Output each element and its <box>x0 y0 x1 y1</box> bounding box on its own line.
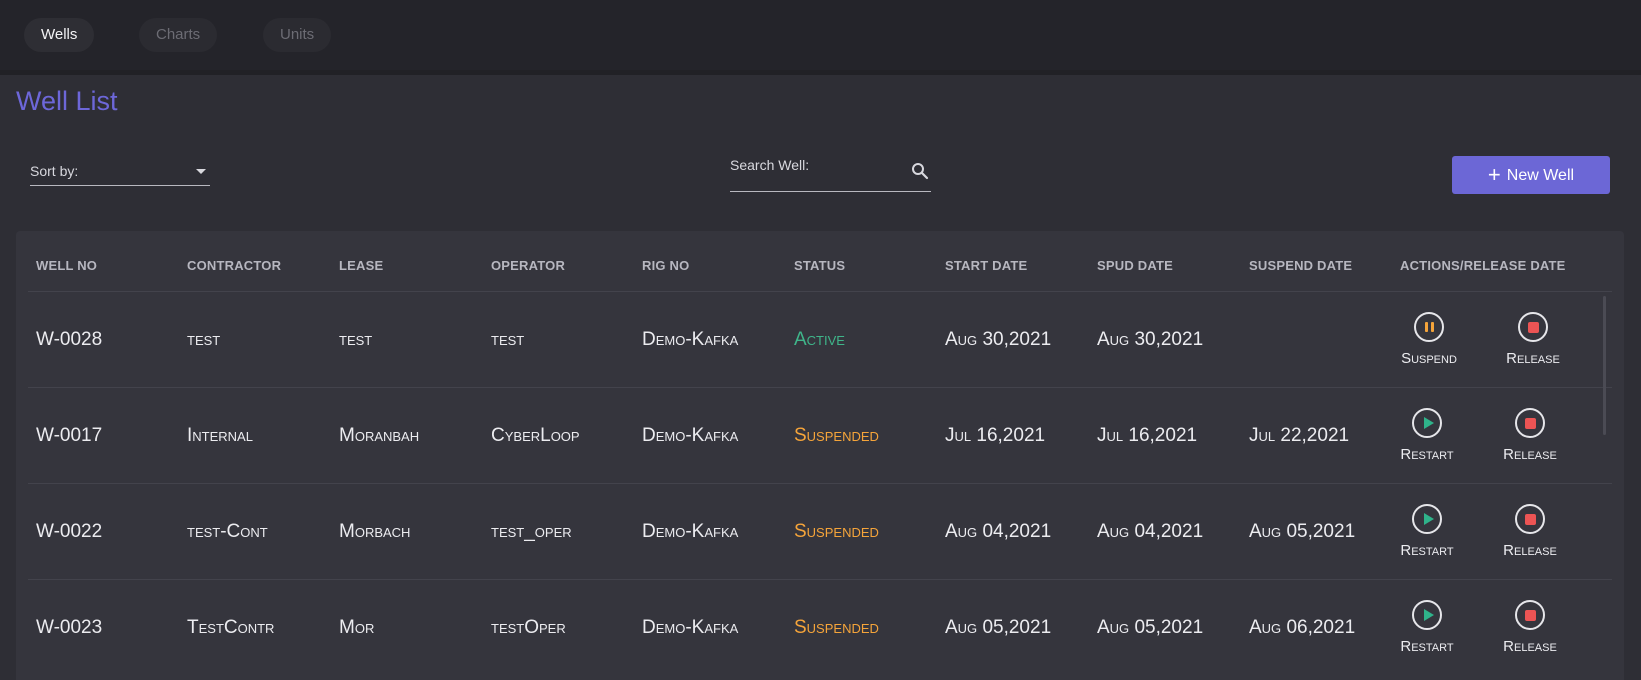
table-row[interactable]: W-0017 Internal Moranbah CyberLoop Demo-… <box>28 387 1612 483</box>
tab-units[interactable]: Units <box>263 18 332 52</box>
search-input[interactable]: Search Well: <box>730 157 931 192</box>
release-label: Release <box>1503 638 1557 655</box>
stop-icon <box>1515 600 1545 630</box>
status-badge: Suspended <box>794 520 879 542</box>
col-header-suspend-date[interactable]: SUSPEND DATE <box>1249 258 1352 273</box>
operator: test <box>491 328 525 350</box>
release-button[interactable]: Release <box>1490 504 1570 559</box>
restart-label: Restart <box>1400 542 1454 559</box>
release-label: Release <box>1506 350 1560 367</box>
sort-by-select[interactable]: Sort by: <box>30 163 210 186</box>
new-well-button[interactable]: + New Well <box>1452 156 1610 194</box>
table-row[interactable]: W-0022 test-Cont Morbach test_oper Demo-… <box>28 483 1612 579</box>
search-label: Search Well: <box>730 157 810 173</box>
well-table: WELL NO CONTRACTOR LEASE OPERATOR RIG NO… <box>16 231 1624 680</box>
release-button[interactable]: Release <box>1490 408 1570 463</box>
tab-wells[interactable]: Wells <box>24 18 95 52</box>
release-button[interactable]: Release <box>1493 312 1573 367</box>
contractor: TestContr <box>187 616 275 638</box>
col-header-contractor[interactable]: CONTRACTOR <box>187 258 281 273</box>
col-header-actions: ACTIONS/RELEASE DATE <box>1400 258 1566 273</box>
chevron-down-icon <box>196 169 206 174</box>
tab-charts[interactable]: Charts <box>139 18 218 52</box>
top-nav: Wells Charts Units <box>0 0 1641 70</box>
restart-label: Restart <box>1400 446 1454 463</box>
release-button[interactable]: Release <box>1490 600 1570 655</box>
pause-icon <box>1414 312 1444 342</box>
spud-date: Jul 16,2021 <box>1097 424 1198 446</box>
col-header-lease[interactable]: LEASE <box>339 258 383 273</box>
release-label: Release <box>1503 542 1557 559</box>
contractor: test <box>187 328 221 350</box>
start-date: Aug 30,2021 <box>945 328 1052 350</box>
well-no: W-0017 <box>36 424 103 446</box>
rig-no: Demo-Kafka <box>642 616 739 638</box>
operator: test_oper <box>491 520 572 542</box>
suspend-date: Aug 05,2021 <box>1249 520 1356 542</box>
spud-date: Aug 30,2021 <box>1097 328 1204 350</box>
stop-icon <box>1515 408 1545 438</box>
lease: Mor <box>339 616 375 638</box>
plus-icon: + <box>1487 162 1501 187</box>
restart-button[interactable]: Restart <box>1387 504 1467 559</box>
page-title: Well List <box>16 86 118 116</box>
lease: test <box>339 328 373 350</box>
start-date: Aug 05,2021 <box>945 616 1052 638</box>
status-badge: Suspended <box>794 424 879 446</box>
contractor: test-Cont <box>187 520 268 542</box>
lease: Moranbah <box>339 424 420 446</box>
contractor: Internal <box>187 424 253 446</box>
col-header-start-date[interactable]: START DATE <box>945 258 1027 273</box>
col-header-status[interactable]: STATUS <box>794 258 845 273</box>
suspend-button[interactable]: Suspend <box>1389 312 1469 367</box>
lease: Morbach <box>339 520 411 542</box>
start-date: Jul 16,2021 <box>945 424 1046 446</box>
col-header-rig-no[interactable]: RIG NO <box>642 258 689 273</box>
suspend-date: Jul 22,2021 <box>1249 424 1350 446</box>
table-row[interactable]: W-0023 TestContr Mor testOper Demo-Kafka… <box>28 579 1612 675</box>
spud-date: Aug 05,2021 <box>1097 616 1204 638</box>
start-date: Aug 04,2021 <box>945 520 1052 542</box>
stop-icon <box>1515 504 1545 534</box>
rig-no: Demo-Kafka <box>642 328 739 350</box>
well-no: W-0022 <box>36 520 103 542</box>
play-icon <box>1412 408 1442 438</box>
rig-no: Demo-Kafka <box>642 520 739 542</box>
well-no: W-0023 <box>36 616 103 638</box>
well-no: W-0028 <box>36 328 103 350</box>
operator: testOper <box>491 616 566 638</box>
search-icon[interactable] <box>911 162 929 183</box>
col-header-spud-date[interactable]: SPUD DATE <box>1097 258 1173 273</box>
play-icon <box>1412 600 1442 630</box>
new-well-label: New Well <box>1506 167 1575 184</box>
stop-icon <box>1518 312 1548 342</box>
suspend-date: Aug 06,2021 <box>1249 616 1356 638</box>
table-scrollbar[interactable] <box>1603 296 1606 435</box>
suspend-label: Suspend <box>1401 350 1457 367</box>
play-icon <box>1412 504 1442 534</box>
restart-button[interactable]: Restart <box>1387 600 1467 655</box>
spud-date: Aug 04,2021 <box>1097 520 1204 542</box>
restart-button[interactable]: Restart <box>1387 408 1467 463</box>
release-label: Release <box>1503 446 1557 463</box>
operator: CyberLoop <box>491 424 580 446</box>
restart-label: Restart <box>1400 638 1454 655</box>
status-badge: Active <box>794 328 845 350</box>
status-badge: Suspended <box>794 616 879 638</box>
col-header-well-no[interactable]: WELL NO <box>36 258 97 273</box>
table-row[interactable]: W-0028 test test test Demo-Kafka Active … <box>28 291 1612 387</box>
col-header-operator[interactable]: OPERATOR <box>491 258 565 273</box>
sort-by-label: Sort by: <box>30 163 79 179</box>
rig-no: Demo-Kafka <box>642 424 739 446</box>
